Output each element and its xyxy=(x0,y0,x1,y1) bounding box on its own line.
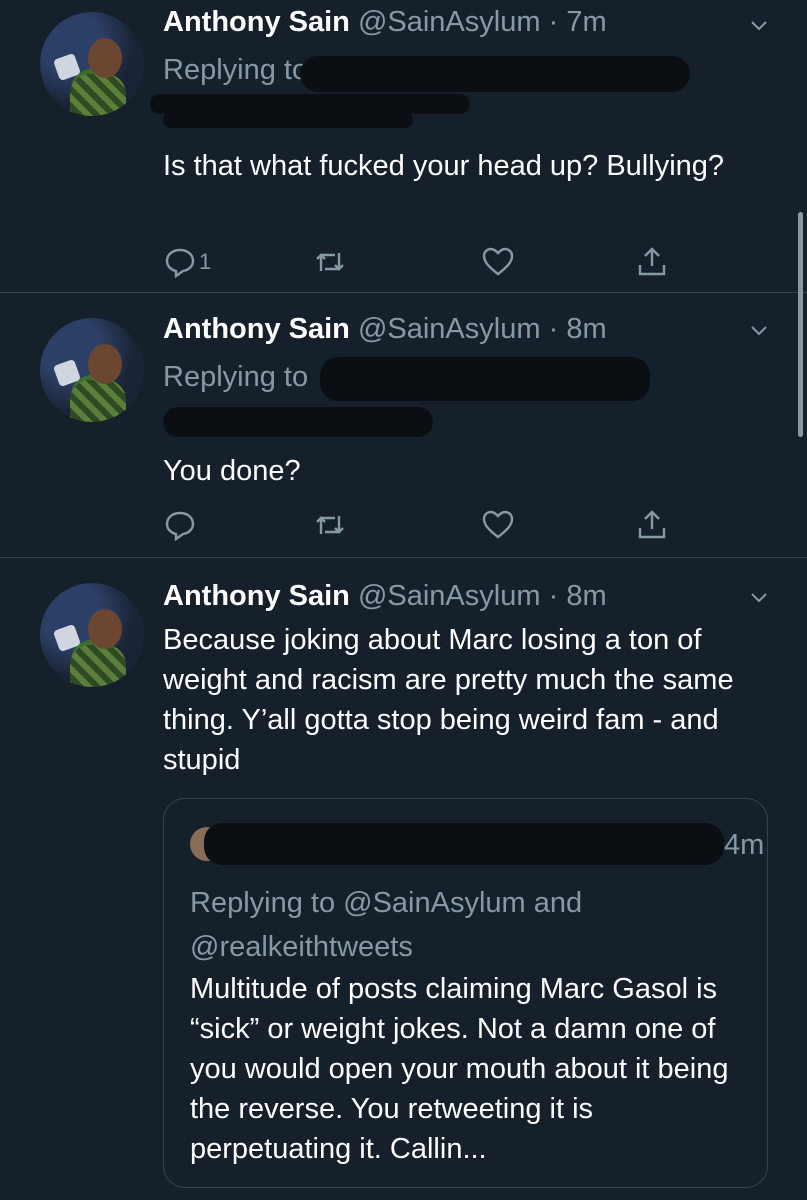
avatar[interactable] xyxy=(40,318,144,422)
quoted-text: Multitude of posts claiming Marc Gasol i… xyxy=(190,973,729,1165)
redaction xyxy=(150,94,470,114)
reply-icon xyxy=(165,511,195,542)
like-icon xyxy=(482,247,514,276)
reply-count: 1 xyxy=(199,249,212,274)
retweet-button[interactable] xyxy=(313,505,347,545)
tweet-header: Anthony Sain @SainAsylum · 8m xyxy=(163,580,607,612)
author-handle[interactable]: @SainAsylum xyxy=(358,580,541,612)
like-button[interactable] xyxy=(481,505,515,545)
tweet-1[interactable]: Anthony Sain @SainAsylum · 7m Replying t… xyxy=(0,0,807,292)
quoted-replying-to: Replying to @SainAsylum and @realkeithtw… xyxy=(190,887,583,963)
retweet-icon xyxy=(316,516,344,534)
quoted-timestamp: 4m xyxy=(724,829,765,861)
timestamp[interactable]: 8m xyxy=(566,313,606,345)
like-button[interactable] xyxy=(481,242,515,282)
chevron-down-icon[interactable] xyxy=(749,16,769,36)
tweet-actions: 1 xyxy=(163,242,683,282)
timestamp[interactable]: 7m xyxy=(566,6,606,38)
tweet-header: Anthony Sain @SainAsylum · 8m xyxy=(163,313,607,345)
chevron-down-icon[interactable] xyxy=(749,321,769,341)
replying-to: Replying to xyxy=(163,361,309,393)
like-icon xyxy=(482,510,514,539)
redaction xyxy=(204,823,724,865)
redaction xyxy=(300,56,690,92)
replying-to: Replying to xyxy=(163,54,309,86)
share-icon xyxy=(638,247,666,276)
quoted-tweet[interactable]: 4m Replying to @SainAsylum and @realkeit… xyxy=(163,798,768,1188)
chevron-down-icon[interactable] xyxy=(749,588,769,608)
tweet-2[interactable]: Anthony Sain @SainAsylum · 8m Replying t… xyxy=(0,293,807,557)
author-handle[interactable]: @SainAsylum xyxy=(358,6,541,38)
avatar[interactable] xyxy=(40,583,144,687)
tweet-text: Is that what fucked your head up? Bullyi… xyxy=(163,150,725,182)
share-icon xyxy=(638,510,666,539)
author-name[interactable]: Anthony Sain xyxy=(163,580,350,612)
tweet-text: You done? xyxy=(163,455,301,487)
author-name[interactable]: Anthony Sain xyxy=(163,6,350,38)
retweet-icon xyxy=(316,253,344,271)
retweet-button[interactable] xyxy=(313,242,347,282)
scrollbar[interactable] xyxy=(798,212,803,437)
author-handle[interactable]: @SainAsylum xyxy=(358,313,541,345)
reply-button[interactable] xyxy=(163,505,197,545)
tweet-header: Anthony Sain @SainAsylum · 7m xyxy=(163,6,607,38)
share-button[interactable] xyxy=(635,242,669,282)
redaction xyxy=(163,407,433,437)
share-button[interactable] xyxy=(635,505,669,545)
redaction xyxy=(320,357,650,401)
tweet-actions xyxy=(163,505,683,545)
redaction xyxy=(163,112,413,128)
reply-button[interactable]: 1 xyxy=(163,242,211,282)
avatar[interactable] xyxy=(40,12,144,116)
tweet-text: Because joking about Marc losing a ton o… xyxy=(163,624,734,776)
author-name[interactable]: Anthony Sain xyxy=(163,313,350,345)
timestamp[interactable]: 8m xyxy=(566,580,606,612)
reply-icon xyxy=(165,248,195,279)
